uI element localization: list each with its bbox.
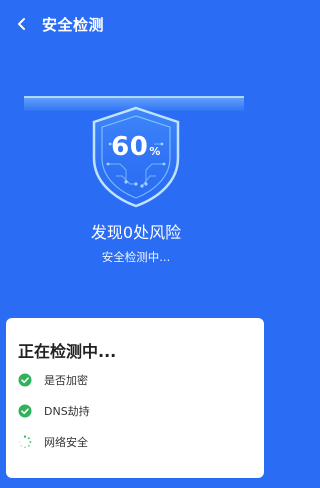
percent-value: 60 [111, 132, 149, 162]
check-circle-icon [18, 373, 32, 387]
check-item-dns: DNS劫持 [18, 401, 90, 421]
app-header: 安全检测 [0, 0, 272, 48]
scan-line [24, 96, 244, 98]
check-item-label: 是否加密 [44, 374, 88, 387]
page-title: 安全检测 [42, 15, 105, 34]
check-item-label: DNS劫持 [44, 405, 90, 418]
detection-card: 正在检测中... 是否加密 DNS劫持 网络安全 [6, 318, 264, 478]
check-circle-icon [18, 404, 32, 418]
check-item-encryption: 是否加密 [18, 370, 88, 390]
back-button[interactable] [4, 6, 40, 42]
check-item-label: 网络安全 [44, 436, 88, 449]
risk-subtitle: 安全检测中... [101, 250, 171, 264]
loading-spinner-icon [18, 435, 32, 449]
check-item-network: 网络安全 [18, 432, 88, 452]
detection-title: 正在检测中... [18, 342, 117, 361]
back-arrow-icon [18, 18, 25, 30]
percent-symbol: % [149, 145, 161, 158]
scan-percent: 60% [86, 132, 186, 162]
risk-title: 发现0处风险 [90, 223, 182, 242]
security-shield: 60% [86, 104, 186, 210]
